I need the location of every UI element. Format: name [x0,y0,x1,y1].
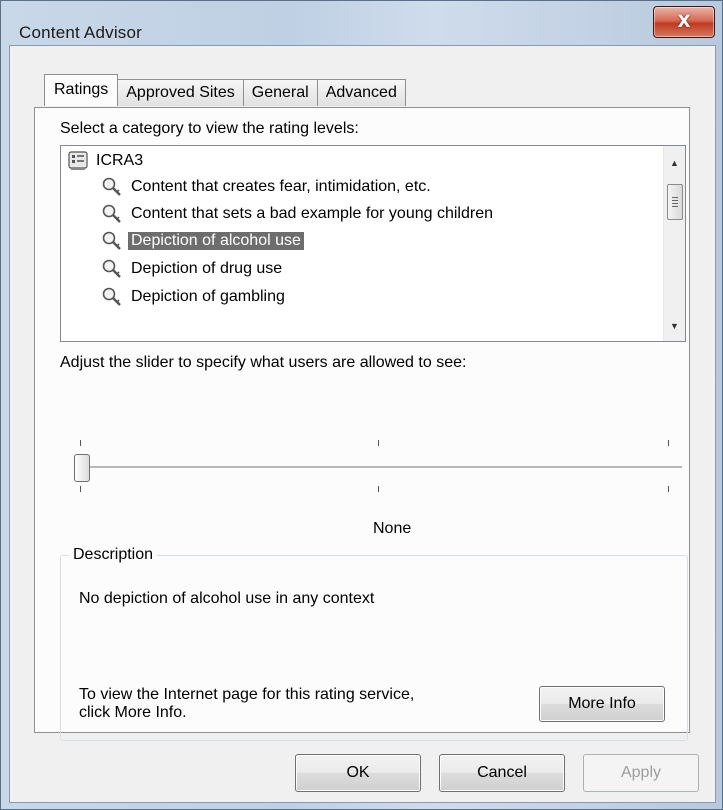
close-icon: X [677,12,691,32]
slider-tick [668,486,669,492]
ratings-tab-panel: Select a category to view the rating lev… [34,107,690,741]
category-prompt: Select a category to view the rating lev… [60,120,359,137]
slider-track [74,466,682,469]
slider-prompt: Adjust the slider to specify what users … [60,354,467,371]
more-info-hint-line2: click More Info. [79,704,187,721]
grip-line [672,197,678,198]
tree-root-label: ICRA3 [96,152,144,169]
tree-item-selected[interactable]: Depiction of alcohol use [101,228,304,254]
tree-item-label: Depiction of gambling [131,288,285,305]
description-groupbox: Description No depiction of alcohol use … [60,546,688,741]
tree-item[interactable]: Content that creates fear, intimidation,… [101,174,434,200]
slider-thumb[interactable] [74,454,90,482]
dialog-client-area: Ratings Approved Sites General Advanced … [9,45,716,803]
scrollbar-thumb[interactable] [667,184,683,220]
description-text: No depiction of alcohol use in any conte… [79,590,375,607]
slider-tick [80,486,81,492]
cancel-button[interactable]: Cancel [439,754,565,792]
tree-item-label: Content that sets a bad example for youn… [131,205,493,222]
tab-ratings[interactable]: Ratings [44,74,119,106]
slider-tick [668,440,669,446]
magnifier-key-icon [101,258,123,280]
tab-approved-sites[interactable]: Approved Sites [117,79,244,106]
tree-item-label: Depiction of drug use [131,260,283,277]
description-legend: Description [69,546,158,564]
tree-item[interactable]: Content that sets a bad example for youn… [101,201,496,227]
category-tree-list[interactable]: ICRA3 Content that creates fear, intimid… [60,145,686,342]
slider-level-label: None [373,520,412,537]
magnifier-key-icon [101,203,123,225]
slider-tick [378,440,379,446]
scroll-up-arrow-icon[interactable]: ▲ [667,155,682,170]
magnifier-key-icon [101,230,123,252]
slider-tick [378,486,379,492]
content-advisor-window: Content Advisor X Ratings Approved Sites… [0,0,723,810]
rating-slider[interactable] [60,408,686,508]
tree-item-label: Depiction of alcohol use [128,232,304,250]
slider-tick [80,440,81,446]
grip-line [672,203,678,204]
tab-advanced[interactable]: Advanced [316,79,406,106]
grip-line [672,200,678,201]
title-bar[interactable]: Content Advisor X [1,1,722,42]
list-scrollbar[interactable]: ▲ ▼ [663,146,685,341]
tab-strip: Ratings Approved Sites General Advanced [44,74,406,108]
rating-service-icon [67,150,89,172]
tree-root-icra3[interactable]: ICRA3 [67,148,146,174]
tree-item[interactable]: Depiction of gambling [101,284,288,310]
apply-button[interactable]: Apply [583,754,699,792]
tree-item[interactable]: Depiction of drug use [101,256,285,282]
magnifier-key-icon [101,286,123,308]
more-info-hint-line1: To view the Internet page for this ratin… [79,686,415,703]
grip-line [672,206,678,207]
tree-item-label: Content that creates fear, intimidation,… [131,178,431,195]
magnifier-key-icon [101,176,123,198]
scroll-down-arrow-icon[interactable]: ▼ [667,318,682,333]
more-info-button[interactable]: More Info [539,686,665,722]
close-button[interactable]: X [653,6,715,38]
ok-button[interactable]: OK [295,754,421,792]
more-info-hint: To view the Internet page for this ratin… [79,686,414,722]
tab-general[interactable]: General [242,79,318,106]
window-title: Content Advisor [19,23,143,42]
